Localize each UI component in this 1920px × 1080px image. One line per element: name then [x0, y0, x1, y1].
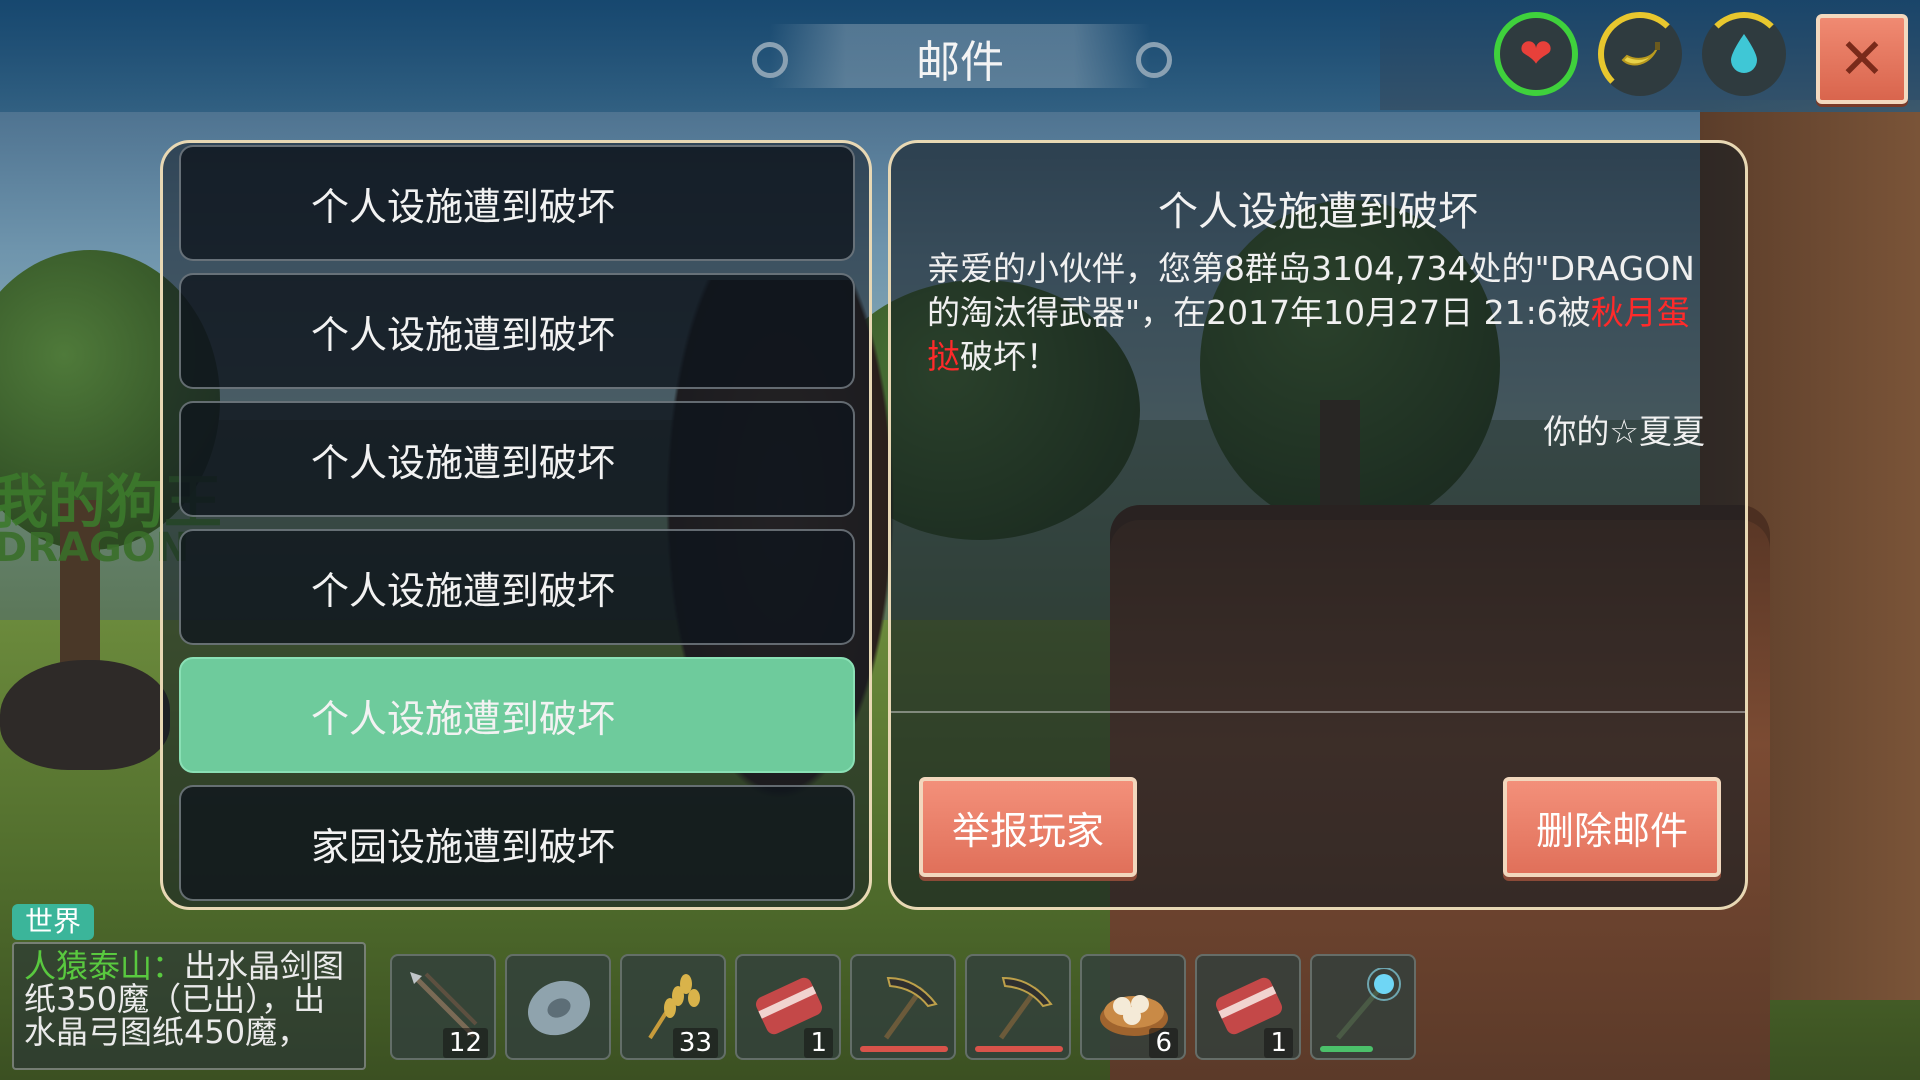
report-button-label: 举报玩家	[951, 808, 1104, 853]
health-indicator: ❤	[1494, 12, 1578, 96]
item-count: 33	[672, 1028, 718, 1058]
hotbar-slot[interactable]	[1310, 954, 1416, 1060]
hotbar-slot[interactable]	[850, 954, 956, 1060]
hotbar-slot[interactable]	[965, 954, 1071, 1060]
chat-message-box[interactable]: 人猿泰山：出水晶剑图纸350魔（已出），出水晶弓图纸450魔，	[12, 942, 366, 1070]
dog-pet	[0, 660, 170, 770]
mail-item-label: 个人设施遭到破坏	[311, 696, 616, 741]
delete-button-label: 删除邮件	[1535, 808, 1688, 853]
mail-item-label: 个人设施遭到破坏	[311, 184, 616, 229]
mail-item-label: 个人设施遭到破坏	[311, 440, 616, 485]
item-count: 1	[804, 1028, 833, 1058]
durability-bar	[860, 1046, 948, 1052]
mail-list-item[interactable]: 个人设施遭到破坏	[179, 145, 855, 261]
stone-disc-icon	[521, 968, 597, 1044]
mail-list-item[interactable]: 个人设施遭到破坏	[179, 401, 855, 517]
mail-item-label: 个人设施遭到破坏	[311, 568, 616, 613]
mail-list-item[interactable]: 家园设施遭到破坏	[179, 785, 855, 901]
mail-body: 亲爱的小伙伴，您第8群岛3104,734处的"DRAGON的淘汰得武器"，在20…	[927, 247, 1717, 379]
heart-icon: ❤	[1519, 31, 1553, 77]
mail-body-text: 亲爱的小伙伴，您第8群岛3104,734处的"DRAGON的淘汰得武器"，在20…	[927, 249, 1695, 332]
hotbar-slot[interactable]: 12	[390, 954, 496, 1060]
mail-body-text-end: 破坏！	[960, 337, 1059, 376]
durability-bar	[975, 1046, 1063, 1052]
hotbar-slot[interactable]	[505, 954, 611, 1060]
pickaxe-icon	[981, 968, 1057, 1044]
mail-subject: 个人设施遭到破坏	[1158, 189, 1478, 235]
banana-icon	[1621, 42, 1660, 66]
hunger-indicator	[1598, 12, 1682, 96]
item-count: 6	[1149, 1028, 1178, 1058]
hotbar-slot[interactable]: 33	[620, 954, 726, 1060]
item-count: 1	[1264, 1028, 1293, 1058]
item-count: 12	[442, 1028, 488, 1058]
mail-list-item-selected[interactable]: 个人设施遭到破坏	[179, 657, 855, 773]
report-player-button[interactable]: 举报玩家	[919, 777, 1137, 877]
mail-list-item[interactable]: 个人设施遭到破坏	[179, 529, 855, 645]
title-bar: 邮件 ❤ ✕	[0, 0, 1920, 112]
mail-list-item[interactable]: 个人设施遭到破坏	[179, 273, 855, 389]
chat-channel-tab[interactable]: 世界	[12, 904, 94, 940]
crystal-staff-icon	[1326, 967, 1402, 1044]
hotbar-slot[interactable]: 1	[735, 954, 841, 1060]
mail-list-panel: 个人设施遭到破坏 个人设施遭到破坏 个人设施遭到破坏 个人设施遭到破坏 个人设施…	[160, 140, 872, 910]
thirst-indicator	[1702, 12, 1786, 96]
mail-signature: 你的☆夏夏	[1543, 412, 1705, 451]
close-icon: ✕	[1838, 26, 1886, 92]
durability-bar	[1320, 1046, 1373, 1052]
water-drop-icon	[1731, 34, 1757, 73]
divider	[891, 711, 1745, 713]
hotbar-slot[interactable]: 6	[1080, 954, 1186, 1060]
page-title: 邮件	[916, 37, 1004, 88]
pickaxe-icon	[866, 968, 942, 1044]
hotbar-slot[interactable]: 1	[1195, 954, 1301, 1060]
mail-item-label: 家园设施遭到破坏	[311, 824, 616, 869]
mail-item-label: 个人设施遭到破坏	[311, 312, 616, 357]
close-button[interactable]: ✕	[1816, 14, 1908, 104]
mail-detail-panel: 个人设施遭到破坏 亲爱的小伙伴，您第8群岛3104,734处的"DRAGON的淘…	[888, 140, 1748, 910]
delete-mail-button[interactable]: 删除邮件	[1503, 777, 1721, 877]
